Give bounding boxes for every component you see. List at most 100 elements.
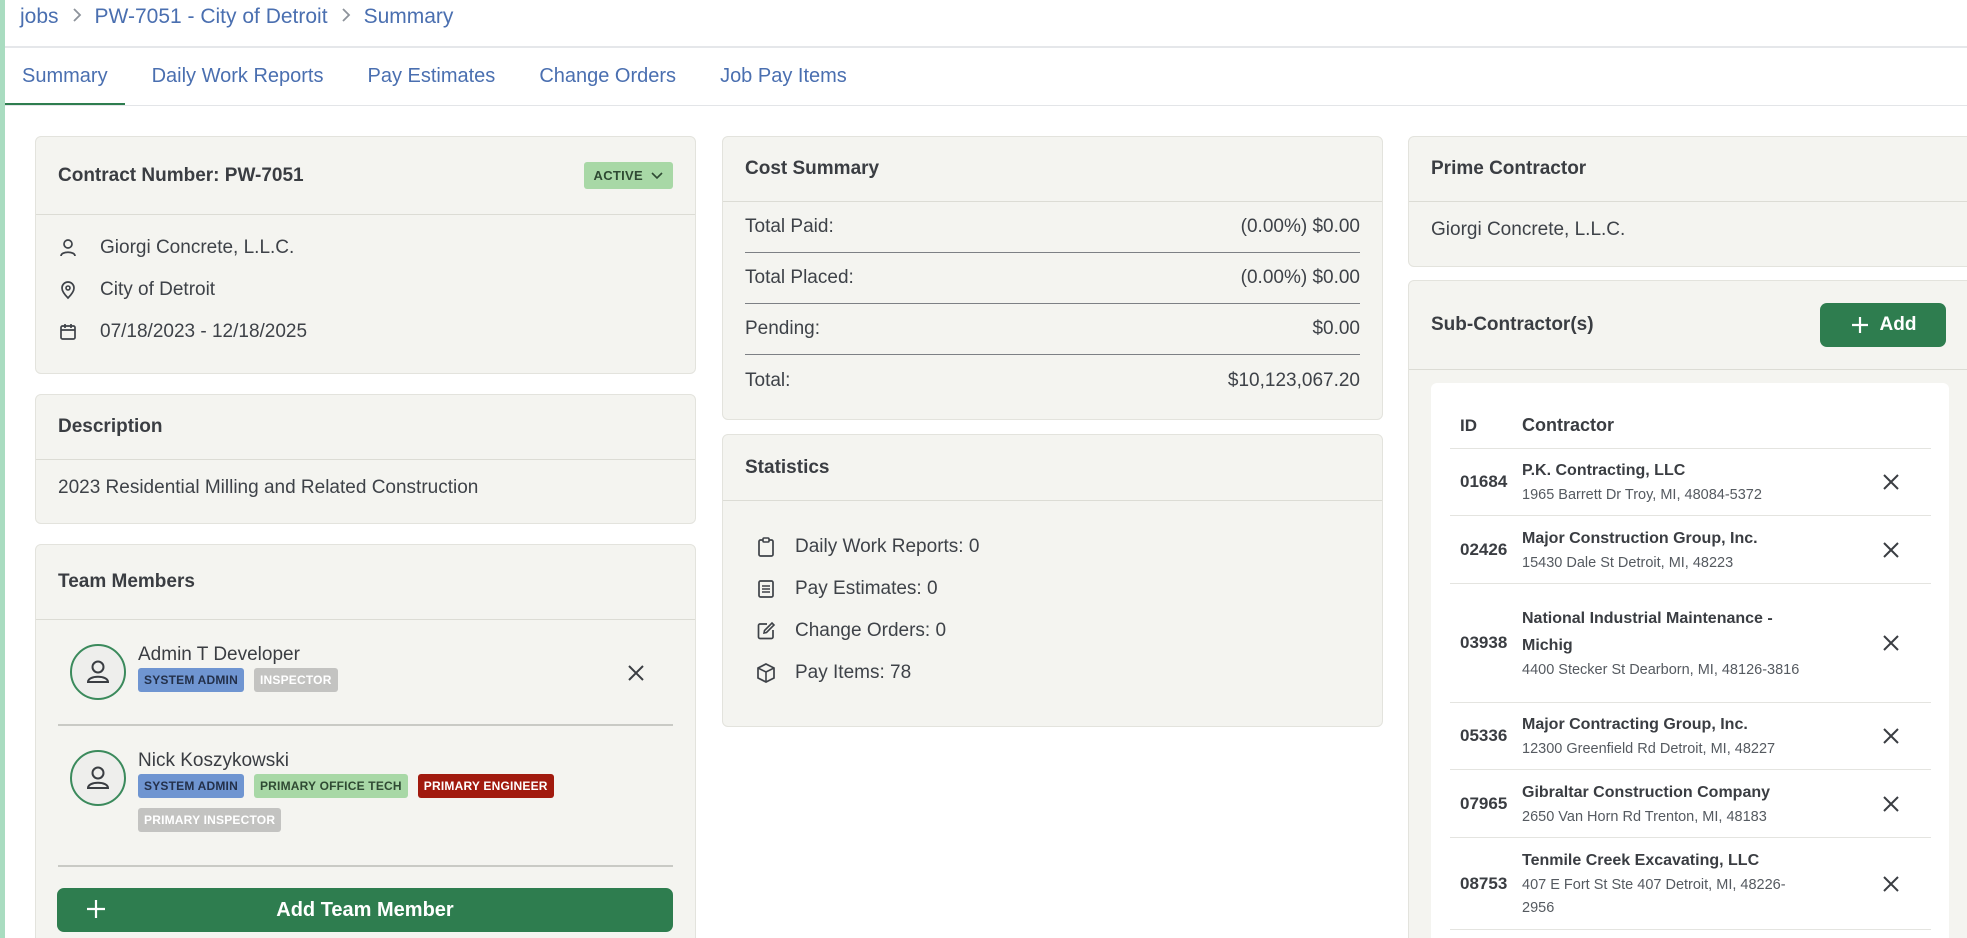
cost-value: (0.00%) $0.00: [1240, 267, 1360, 288]
row-contractor: Tenmile Creek Excavating, LLC 407 E Fort…: [1522, 847, 1812, 920]
plus-icon: [87, 900, 105, 918]
add-team-member-button[interactable]: Add Team Member: [57, 888, 673, 932]
plus-icon: [1851, 317, 1868, 333]
stat-label: Pay Items: 78: [795, 662, 912, 683]
cost-summary-body: Total Paid: (0.00%) $0.00 Total Placed: …: [723, 202, 1382, 406]
add-team-member-label: Add Team Member: [276, 898, 454, 921]
role-badges: SYSTEM ADMIN PRIMARY OFFICE TECH PRIMARY…: [138, 774, 608, 832]
subcontractor-name: National Industrial Maintenance - Michig: [1522, 609, 1773, 654]
member-name: Admin T Developer: [138, 644, 300, 665]
tab-bar: Summary Daily Work Reports Pay Estimates…: [5, 48, 1967, 106]
row-contractor: P.K. Contracting, LLC 1965 Barrett Dr Tr…: [1522, 457, 1822, 507]
user-avatar-icon: [86, 660, 110, 683]
role-badge: PRIMARY INSPECTOR: [138, 808, 282, 832]
sub-contractors-table: ID Contractor 01684 P.K. Contracting, LL…: [1450, 403, 1931, 930]
document-list-icon: [758, 580, 774, 598]
location-text: City of Detroit: [100, 279, 216, 300]
remove-subcontractor-close-icon[interactable]: [1881, 472, 1901, 492]
breadcrumb: jobs PW-7051 - City of Detroit Summary: [20, 2, 453, 32]
breadcrumb-job[interactable]: PW-7051 - City of Detroit: [95, 5, 328, 29]
team-member: Nick Koszykowski SYSTEM ADMIN PRIMARY OF…: [58, 726, 673, 867]
cost-label: Pending:: [745, 318, 821, 339]
tab-job-pay-items[interactable]: Job Pay Items: [703, 48, 864, 105]
column-id: ID: [1460, 415, 1477, 435]
table-row: 08753 Tenmile Creek Excavating, LLC 407 …: [1450, 838, 1931, 930]
table-row: 03938 National Industrial Maintenance - …: [1450, 584, 1931, 703]
remove-subcontractor-close-icon[interactable]: [1881, 540, 1901, 560]
breadcrumb-current[interactable]: Summary: [364, 5, 454, 29]
remove-subcontractor-close-icon[interactable]: [1881, 794, 1901, 814]
row-contractor: National Industrial Maintenance - Michig…: [1522, 605, 1812, 682]
cost-summary-header: Cost Summary: [723, 137, 1382, 202]
calendar-icon: [60, 324, 76, 340]
tab-pay-estimates[interactable]: Pay Estimates: [350, 48, 512, 105]
subcontractor-address: 15430 Dale St Detroit, MI, 48223: [1522, 554, 1734, 571]
stat-label: Daily Work Reports: 0: [795, 536, 980, 557]
table-header: ID Contractor: [1450, 403, 1931, 449]
stat-label: Change Orders: 0: [795, 620, 947, 641]
stat-pay-estimates: Pay Estimates: 0: [745, 568, 1360, 610]
dates-row: 07/18/2023 - 12/18/2025: [58, 311, 673, 353]
prime-contractor-body: Giorgi Concrete, L.L.C.: [1409, 202, 1967, 258]
contract-dates: 07/18/2023 - 12/18/2025: [100, 321, 308, 342]
contract-details: Giorgi Concrete, L.L.C. City of Detroit …: [36, 215, 695, 353]
table-row: 05336 Major Contracting Group, Inc. 1230…: [1450, 703, 1931, 770]
table-row: 07965 Gibraltar Construction Company 265…: [1450, 770, 1931, 838]
cost-summary-title: Cost Summary: [745, 158, 880, 179]
sub-contractors-table-panel: ID Contractor 01684 P.K. Contracting, LL…: [1431, 383, 1949, 938]
row-id: 05336: [1460, 726, 1508, 745]
row-id: 07965: [1460, 793, 1508, 813]
description-header: Description: [36, 395, 695, 460]
cost-row-pending: Pending: $0.00: [745, 304, 1360, 355]
user-icon: [60, 239, 76, 257]
role-badge: PRIMARY ENGINEER: [417, 774, 554, 798]
remove-subcontractor-close-icon[interactable]: [1881, 633, 1901, 653]
team-members-card: Team Members Admin T Developer SYSTEM AD…: [35, 544, 696, 938]
left-accent-bar: [0, 0, 5, 938]
status-label: ACTIVE: [593, 168, 643, 183]
role-badges: SYSTEM ADMIN INSPECTOR: [138, 668, 608, 692]
row-contractor: Major Construction Group, Inc. 15430 Dal…: [1522, 525, 1822, 575]
edit-icon: [757, 621, 776, 640]
subcontractor-address: 407 E Fort St Ste 407 Detroit, MI, 48226…: [1522, 877, 1786, 916]
map-pin-icon: [61, 281, 75, 300]
row-id: 08753: [1460, 873, 1508, 893]
contractor-name: Giorgi Concrete, L.L.C.: [100, 237, 295, 258]
row-contractor: Gibraltar Construction Company 2650 Van …: [1522, 779, 1822, 829]
cost-label: Total Placed:: [745, 267, 854, 288]
prime-contractor-header: Prime Contractor: [1409, 137, 1967, 202]
subcontractor-address: 4400 Stecker St Dearborn, MI, 48126-3816: [1522, 661, 1800, 678]
user-avatar-icon: [86, 766, 110, 789]
stat-daily-work-reports: Daily Work Reports: 0: [745, 526, 1360, 568]
stat-change-orders: Change Orders: 0: [745, 610, 1360, 652]
status-dropdown[interactable]: ACTIVE: [583, 162, 673, 189]
row-id: 03938: [1460, 633, 1508, 652]
description-card: Description 2023 Residential Milling and…: [35, 394, 696, 524]
remove-subcontractor-close-icon[interactable]: [1881, 874, 1901, 894]
prime-contractor-name: Giorgi Concrete, L.L.C.: [1431, 219, 1626, 240]
remove-subcontractor-close-icon[interactable]: [1881, 726, 1901, 746]
add-subcontractor-button[interactable]: Add: [1820, 303, 1946, 347]
chevron-down-icon: [651, 171, 663, 179]
subcontractor-address: 1965 Barrett Dr Troy, MI, 48084-5372: [1522, 487, 1762, 503]
contract-card: Contract Number: PW-7051 ACTIVE Giorgi C…: [35, 136, 696, 374]
table-row: 01684 P.K. Contracting, LLC 1965 Barrett…: [1450, 449, 1931, 516]
cost-summary-card: Cost Summary Total Paid: (0.00%) $0.00 T…: [722, 136, 1383, 420]
cost-value: $10,123,067.20: [1227, 369, 1360, 391]
subcontractor-name: Major Construction Group, Inc.: [1522, 529, 1758, 547]
sub-contractors-title: Sub-Contractor(s): [1431, 314, 1594, 335]
remove-member-close-icon[interactable]: [627, 664, 645, 682]
team-members-title: Team Members: [58, 571, 195, 592]
cost-value: $0.00: [1312, 318, 1360, 339]
statistics-header: Statistics: [723, 435, 1382, 501]
member-info: Admin T Developer SYSTEM ADMIN INSPECTOR: [138, 644, 608, 692]
tab-daily-work-reports[interactable]: Daily Work Reports: [135, 48, 341, 105]
tab-change-orders[interactable]: Change Orders: [522, 48, 693, 105]
avatar: [70, 644, 126, 700]
row-id: 01684: [1460, 472, 1508, 491]
breadcrumb-jobs[interactable]: jobs: [20, 5, 59, 29]
add-subcontractor-label: Add: [1879, 314, 1917, 335]
subcontractor-name: Major Contracting Group, Inc.: [1522, 716, 1748, 733]
tab-summary[interactable]: Summary: [5, 48, 125, 105]
location-row: City of Detroit: [58, 269, 673, 311]
